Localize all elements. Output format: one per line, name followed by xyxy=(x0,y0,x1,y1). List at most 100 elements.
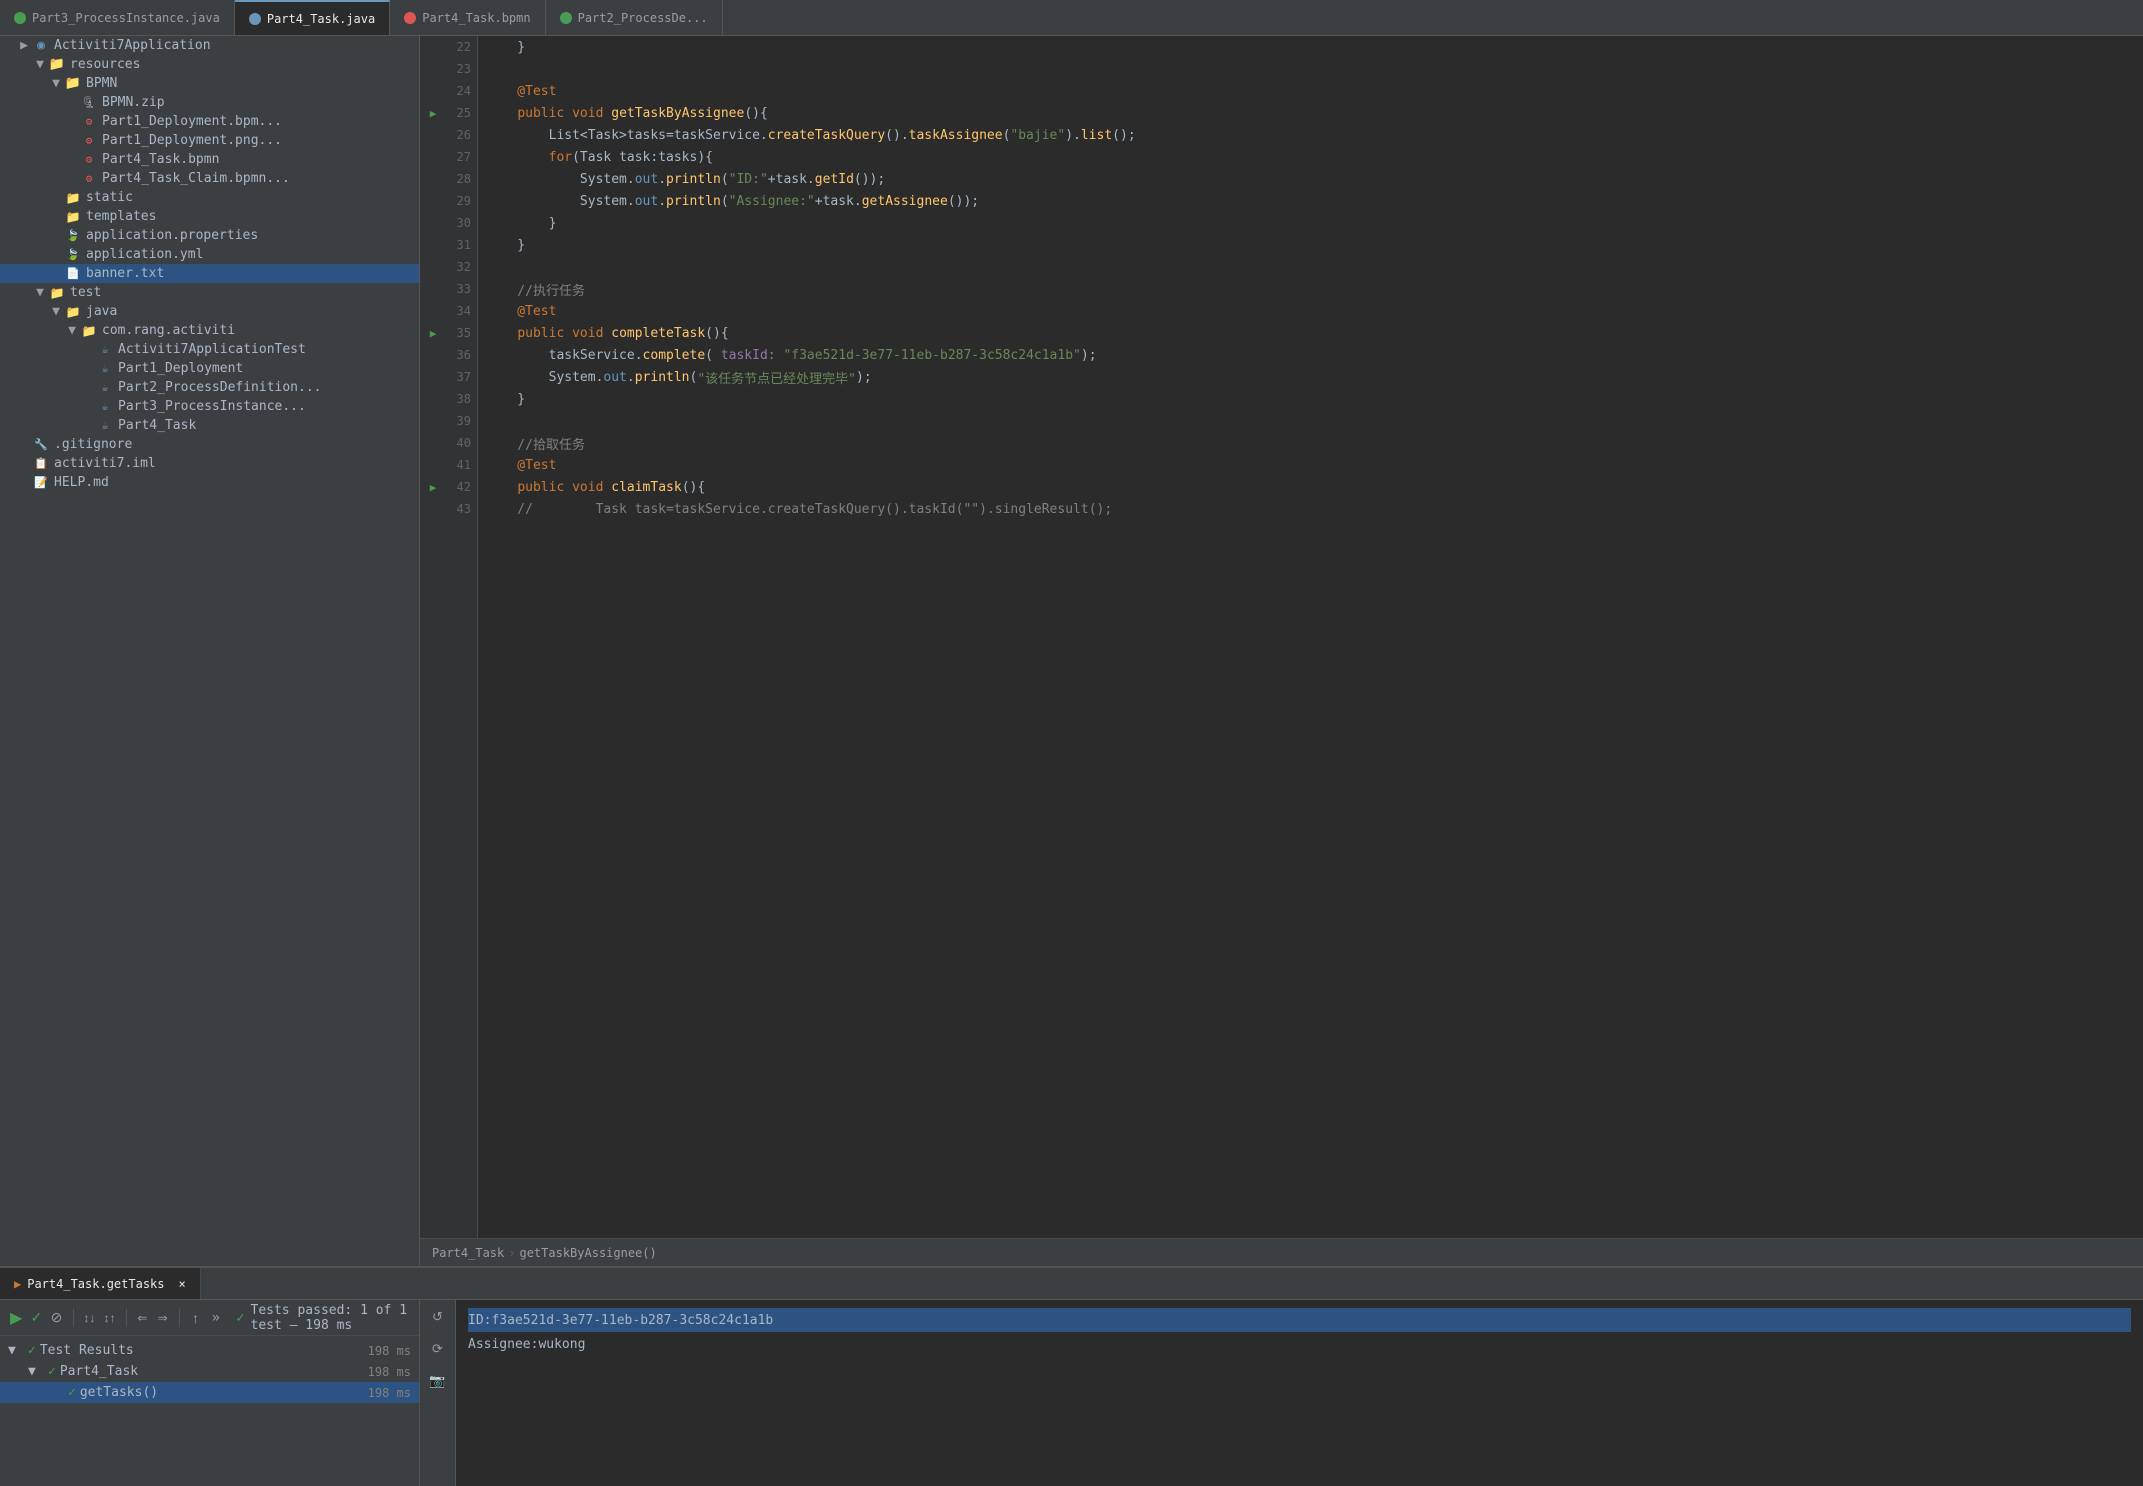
tab-label-bpmn: Part4_Task.bpmn xyxy=(422,11,530,25)
tree-item-part4claim[interactable]: ⚙ Part4_Task_Claim.bpmn... xyxy=(0,169,419,188)
arrow-java: ▼ xyxy=(48,304,64,319)
tree-item-resources[interactable]: ▼ 📁 resources xyxy=(0,55,419,74)
tab-label-part2: Part2_ProcessDe... xyxy=(578,11,708,25)
test-results-label: Test Results xyxy=(40,1343,134,1358)
line-num-36: 36 xyxy=(441,348,471,362)
run-icon-35[interactable]: ▶ xyxy=(425,327,441,340)
tree-label-part1bpm: Part1_Deployment.bpm... xyxy=(102,114,282,129)
gutter-line-39: 39 xyxy=(420,410,477,432)
tree-item-test[interactable]: ▼ 📁 test xyxy=(0,283,419,302)
gutter-line-37: 37 xyxy=(420,366,477,388)
gutter-line-30: 30 xyxy=(420,212,477,234)
tree-item-apptest[interactable]: ☕ Activiti7ApplicationTest xyxy=(0,340,419,359)
sync-button[interactable]: ↺ xyxy=(424,1304,452,1330)
test-part4-label: Part4_Task xyxy=(60,1364,138,1379)
output-text-2: Assignee:wukong xyxy=(468,1337,585,1352)
tree-item-help[interactable]: 📝 HELP.md xyxy=(0,473,419,492)
arrow-resources: ▼ xyxy=(32,57,48,72)
tree-item-static[interactable]: 📁 static xyxy=(0,188,419,207)
panel-tab-label: Part4_Task.getTasks xyxy=(27,1277,164,1291)
tree-item-part4bpmn[interactable]: ⚙ Part4_Task.bpmn xyxy=(0,150,419,169)
tab-part3[interactable]: Part3_ProcessInstance.java xyxy=(0,0,235,35)
code-line-31: } xyxy=(486,234,2143,256)
tree-item-part1deploy[interactable]: ☕ Part1_Deployment xyxy=(0,359,419,378)
tab-label-part4: Part4_Task.java xyxy=(267,12,375,26)
line-num-31: 31 xyxy=(441,238,471,252)
tree-item-part4[interactable]: ☕ Part4_Task xyxy=(0,416,419,435)
java-icon-part3: ☕ xyxy=(96,400,114,414)
folder-icon-bpmn: 📁 xyxy=(64,77,82,91)
tree-label-iml: activiti7.iml xyxy=(54,456,156,471)
zip-icon: 🗜 xyxy=(80,96,98,110)
tab-part4-task[interactable]: Part4_Task.java xyxy=(235,0,390,35)
panel-output: ID:f3ae521d-3e77-11eb-b287-3c58c24c1a1b … xyxy=(456,1300,2143,1486)
tree-item-gitignore[interactable]: 🔧 .gitignore xyxy=(0,435,419,454)
sidebar-scroll[interactable]: ▶ ◉ Activiti7Application ▼ 📁 resources xyxy=(0,36,419,1266)
code-line-22: } xyxy=(486,36,2143,58)
output-line-2: Assignee:wukong xyxy=(468,1332,2131,1356)
tab-part4-bpmn[interactable]: Part4_Task.bpmn xyxy=(390,0,545,35)
run-icon-25[interactable]: ▶ xyxy=(425,107,441,120)
tree-item-iml[interactable]: 📋 activiti7.iml xyxy=(0,454,419,473)
code-line-41: @Test xyxy=(486,454,2143,476)
tree-item-part3[interactable]: ☕ Part3_ProcessInstance... xyxy=(0,397,419,416)
tree-item-part1png[interactable]: ⚙ Part1_Deployment.png... xyxy=(0,131,419,150)
panel-toolbar: ▶ ✓ ⊘ ↕↓ ↕↑ ⇐ ⇒ ↑ » ✓ Tests passed: 1 of xyxy=(0,1300,419,1336)
run-button[interactable]: ▶ xyxy=(8,1306,24,1330)
tree-item-app-props[interactable]: 🍃 application.properties xyxy=(0,226,419,245)
line-num-39: 39 xyxy=(441,414,471,428)
java-icon-part4: ☕ xyxy=(96,419,114,433)
tree-label-app: Activiti7Application xyxy=(54,38,211,53)
camera-button[interactable]: 📷 xyxy=(424,1368,452,1394)
tree-item-bpmn[interactable]: ▼ 📁 BPMN xyxy=(0,74,419,93)
tree-item-templates[interactable]: 📁 templates xyxy=(0,207,419,226)
gutter-line-23: 23 xyxy=(420,58,477,80)
arrow-bpmn: ▼ xyxy=(48,76,64,91)
tree-item-part2[interactable]: ☕ Part2_ProcessDefinition... xyxy=(0,378,419,397)
sort-button-az[interactable]: ↕↓ xyxy=(81,1306,97,1330)
tree-item-app-yml[interactable]: 🍃 application.yml xyxy=(0,245,419,264)
collapse-button[interactable]: ⇐ xyxy=(134,1306,150,1330)
sort-button-za[interactable]: ↕↑ xyxy=(102,1306,118,1330)
refresh-button[interactable]: ⟳ xyxy=(424,1336,452,1362)
code-line-40: //拾取任务 xyxy=(486,432,2143,454)
tree-test-results[interactable]: ▼ ✓ Test Results 198 ms xyxy=(0,1340,419,1361)
test-tree: ▼ ✓ Test Results 198 ms ▼ ✓ Part4_Task 1… xyxy=(0,1336,419,1407)
tree-item-part1bpm[interactable]: ⚙ Part1_Deployment.bpm... xyxy=(0,112,419,131)
run-icon-42[interactable]: ▶ xyxy=(425,481,441,494)
txt-icon-banner: 📄 xyxy=(64,267,82,281)
tree-item-banner[interactable]: 📄 banner.txt xyxy=(0,264,419,283)
gutter-line-29: 29 xyxy=(420,190,477,212)
arrow-test: ▼ xyxy=(32,285,48,300)
tree-label-part4bpmn: Part4_Task.bpmn xyxy=(102,152,219,167)
tree-test-part4[interactable]: ▼ ✓ Part4_Task 198 ms xyxy=(0,1361,419,1382)
content-area: ▶ ◉ Activiti7Application ▼ 📁 resources xyxy=(0,36,2143,1266)
line-num-33: 33 xyxy=(441,282,471,296)
line-num-23: 23 xyxy=(441,62,471,76)
check-button[interactable]: ✓ xyxy=(28,1306,44,1330)
more-button[interactable]: » xyxy=(208,1310,224,1326)
tree-test-gettasks[interactable]: ✓ getTasks() 198 ms xyxy=(0,1382,419,1403)
up-button[interactable]: ↑ xyxy=(187,1306,203,1330)
code-editor[interactable]: } @Test public void getTaskByAssignee(){ xyxy=(478,36,2143,1238)
expand-button[interactable]: ⇒ xyxy=(155,1306,171,1330)
tree-label-app-yml: application.yml xyxy=(86,247,203,262)
tab-part2[interactable]: Part2_ProcessDe... xyxy=(546,0,723,35)
md-icon: 📝 xyxy=(32,476,50,490)
breadcrumb-bar: Part4_Task › getTaskByAssignee() xyxy=(420,1238,2143,1266)
tree-item-bpmnzip[interactable]: 🗜 BPMN.zip xyxy=(0,93,419,112)
gutter-line-24: 24 xyxy=(420,80,477,102)
code-line-25: public void getTaskByAssignee(){ xyxy=(486,102,2143,124)
code-line-33: //执行任务 xyxy=(486,278,2143,300)
tree-item-java[interactable]: ▼ 📁 java xyxy=(0,302,419,321)
run-panel-tab[interactable]: ▶ Part4_Task.getTasks × xyxy=(0,1268,201,1299)
breadcrumb-sep: › xyxy=(508,1246,515,1260)
tree-item-pkg[interactable]: ▼ 📁 com.rang.activiti xyxy=(0,321,419,340)
git-icon: 🔧 xyxy=(32,438,50,452)
status-check-icon: ✓ xyxy=(236,1310,244,1326)
gutter-line-33: 33 xyxy=(420,278,477,300)
code-line-43: // Task task=taskService.createTaskQuery… xyxy=(486,498,2143,520)
stop-button[interactable]: ⊘ xyxy=(48,1306,64,1330)
tree-item-activiti7app[interactable]: ▶ ◉ Activiti7Application xyxy=(0,36,419,55)
panel-tab-close[interactable]: × xyxy=(179,1277,186,1291)
